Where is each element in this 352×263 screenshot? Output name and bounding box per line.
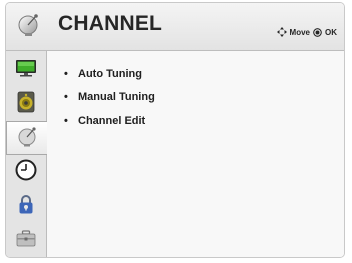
menu-item-bullet: • — [64, 115, 68, 127]
menu-item-manual-tuning[interactable]: • Manual Tuning — [64, 91, 155, 103]
satellite-dish-icon — [16, 124, 40, 153]
navigation-hints: Move OK — [276, 27, 337, 37]
clock-icon — [14, 158, 38, 187]
move-arrows-icon — [276, 27, 287, 37]
menu-header: CHANNEL Move OK — [6, 3, 344, 51]
sidebar-item-option[interactable] — [6, 223, 46, 257]
channel-menu-content: • Auto Tuning • Manual Tuning • Channel … — [47, 51, 344, 257]
sidebar-item-audio[interactable] — [6, 87, 46, 121]
hint-move-label: Move — [289, 27, 310, 37]
lock-icon — [14, 192, 38, 221]
sidebar-item-lock[interactable] — [6, 189, 46, 223]
menu-item-channel-edit[interactable]: • Channel Edit — [64, 115, 145, 127]
menu-item-label: Auto Tuning — [78, 68, 142, 80]
tv-picture-icon — [14, 56, 38, 85]
hint-ok-label: OK — [325, 27, 337, 37]
sidebar-item-time[interactable] — [6, 155, 46, 189]
ok-button-icon — [313, 27, 322, 37]
menu-item-auto-tuning[interactable]: • Auto Tuning — [64, 68, 142, 80]
toolbox-icon — [14, 226, 38, 255]
menu-item-bullet: • — [64, 91, 68, 103]
satellite-dish-icon — [16, 11, 42, 37]
sidebar-item-picture[interactable] — [6, 53, 46, 87]
speaker-audio-icon — [14, 90, 38, 119]
category-sidebar — [6, 51, 48, 257]
channel-menu-window: CHANNEL Move OK • Auto Tuning • Manual T… — [5, 2, 345, 258]
sidebar-item-channel[interactable] — [6, 121, 48, 155]
page-title: CHANNEL — [58, 12, 163, 35]
menu-item-label: Channel Edit — [78, 115, 146, 127]
menu-item-bullet: • — [64, 68, 68, 80]
menu-item-label: Manual Tuning — [78, 91, 155, 103]
